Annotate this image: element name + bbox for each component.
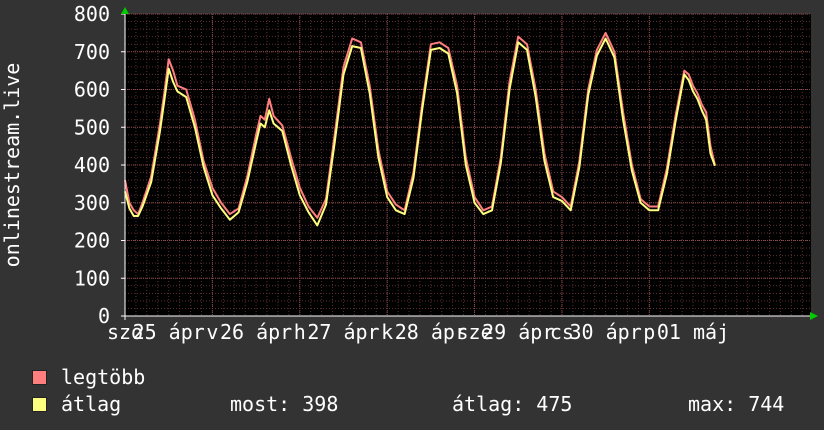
x-tick-label: k: [381, 320, 393, 344]
y-tick-label: 700: [74, 40, 110, 64]
y-tick-label: 600: [74, 78, 110, 102]
x-tick-label: 30 ápr: [570, 320, 642, 344]
y-tick-label: 200: [74, 229, 110, 253]
y-tick-label: 300: [74, 191, 110, 215]
x-tick-label: 29 ápr: [482, 320, 554, 344]
x-tick-label: 27 ápr: [307, 320, 379, 344]
x-tick-label: 01 máj: [657, 320, 729, 344]
stat-max: max: 744: [688, 392, 785, 416]
legend: legtöbb átlag: [32, 364, 145, 418]
y-tick-label: 100: [74, 266, 110, 290]
x-tick-label: 26 ápr: [220, 320, 292, 344]
stat-now: most: 398: [230, 392, 339, 416]
x-tick-labels: szo25 ápr v 26 ápr h 27 ápr k 28 áprsze29 áprc…: [107, 320, 729, 344]
x-axis-arrow: [810, 312, 818, 320]
legend-swatch-avg: [32, 397, 47, 412]
y-axis-label: onlinestream.live: [0, 63, 24, 268]
y-tick-labels: 0100200300400500600700800: [74, 2, 125, 328]
chart-window: 0 100 200 300 400 500 600 700 800 szo 25 ápr v 26 á…: [0, 0, 824, 430]
x-tick-label: 25 ápr: [133, 320, 205, 344]
legend-label-avg: átlag: [61, 392, 122, 416]
x-tick-label: v: [206, 320, 218, 344]
legend-item-avg: átlag: [32, 391, 145, 418]
legend-swatch-max: [32, 370, 47, 385]
legend-label-max: legtöbb: [61, 365, 146, 389]
y-tick-label: 800: [74, 2, 110, 26]
stat-avg: átlag: 475: [452, 392, 573, 416]
y-tick-label: 400: [74, 153, 110, 177]
x-tick-label: h: [294, 320, 306, 344]
legend-item-max: legtöbb: [32, 364, 145, 391]
x-tick-label: p: [643, 320, 655, 344]
y-axis-arrow: [121, 7, 129, 14]
y-tick-label: 500: [74, 115, 110, 139]
